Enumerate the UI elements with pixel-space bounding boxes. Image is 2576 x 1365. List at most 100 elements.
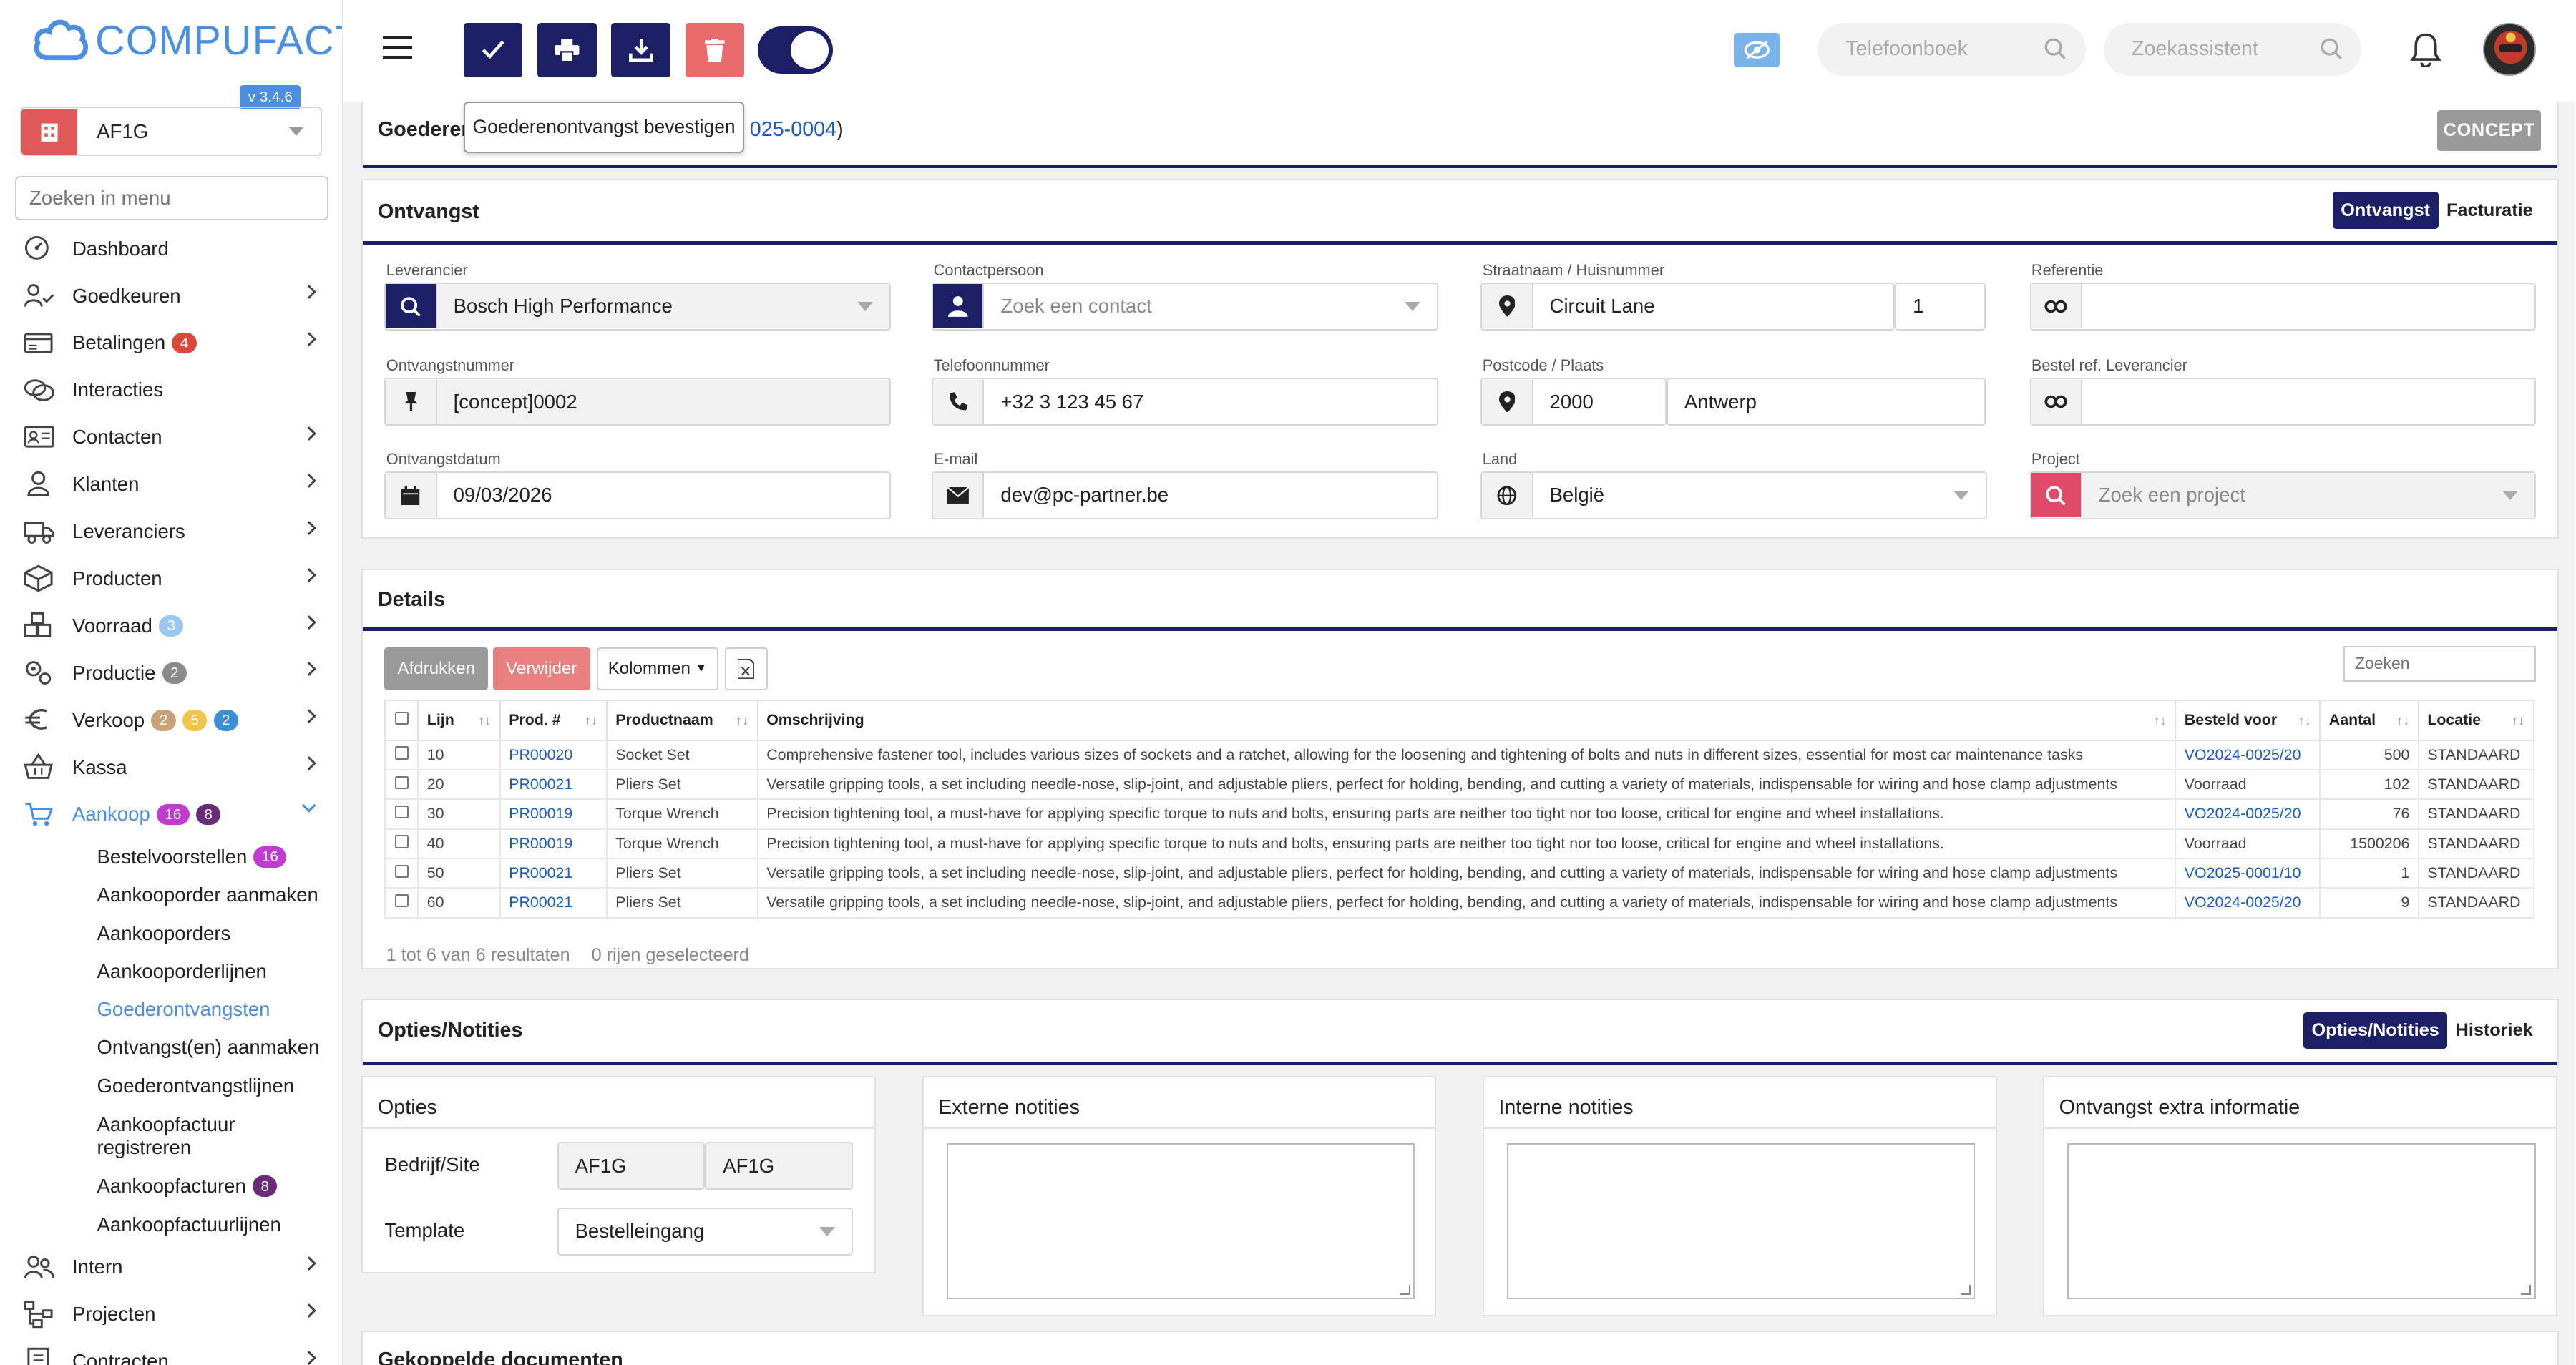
- sidebar-subitem[interactable]: Ontvangst(en) aanmaken: [0, 1029, 342, 1067]
- download-button[interactable]: [611, 23, 671, 77]
- sidebar-subitem[interactable]: Goederontvangsten: [0, 991, 342, 1029]
- print-button[interactable]: [537, 23, 597, 77]
- sidebar-item-voorraad[interactable]: Voorraad 3: [0, 602, 342, 650]
- col-omschrijving[interactable]: Omschrijving ↑↓: [756, 700, 2177, 741]
- land-field[interactable]: België: [1480, 471, 1987, 519]
- sidebar-item-producten[interactable]: Producten: [0, 555, 342, 602]
- row-checkbox[interactable]: [384, 798, 419, 830]
- product-link[interactable]: PR00021: [499, 857, 608, 889]
- sidebar-subitem[interactable]: Aankoopfactuurlijnen: [0, 1205, 342, 1243]
- row-checkbox[interactable]: [384, 768, 419, 801]
- col-prod[interactable]: Prod. # ↑↓: [499, 700, 608, 741]
- sidebar-item-productie[interactable]: Productie 2: [0, 650, 342, 697]
- sidebar-subitem[interactable]: Goederontvangstlijnen: [0, 1067, 342, 1105]
- tab-ontvangst[interactable]: Ontvangst: [2332, 192, 2439, 230]
- order-ref[interactable]: VO2024-0025/20: [2175, 798, 2321, 830]
- sidebar-item-leveranciers[interactable]: Leveranciers: [0, 508, 342, 555]
- bedrijf-field-2[interactable]: AF1G: [705, 1142, 854, 1190]
- sidebar-item-aankoop[interactable]: Aankoop 16 8: [0, 791, 342, 838]
- tab-opties-notities[interactable]: Opties/Notities: [2303, 1012, 2448, 1050]
- date-field[interactable]: 09/03/2026: [384, 471, 891, 519]
- col-besteld[interactable]: Besteld voor ↑↓: [2175, 700, 2321, 741]
- sidebar-item-dashboard[interactable]: Dashboard: [0, 225, 342, 273]
- avatar[interactable]: [2483, 23, 2536, 76]
- print-rows-button[interactable]: Afdrukken: [384, 647, 489, 690]
- export-excel-button[interactable]: [724, 647, 768, 690]
- template-select[interactable]: Bestelleingang: [557, 1208, 854, 1256]
- search-icon[interactable]: [386, 284, 437, 329]
- delete-rows-button[interactable]: Verwijder: [493, 647, 590, 690]
- product-link[interactable]: PR00021: [499, 887, 608, 919]
- city-field[interactable]: Antwerp: [1666, 378, 1986, 426]
- logo[interactable]: COMPUFACT: [33, 13, 342, 69]
- table-row[interactable]: 30 PR00019 Torque Wrench Precision tighteni…: [384, 798, 2534, 830]
- col-locatie[interactable]: Locatie ↑↓: [2417, 700, 2534, 741]
- hamburger-menu-icon[interactable]: [383, 36, 413, 59]
- phone-field[interactable]: +32 3 123 45 67: [932, 378, 1438, 426]
- sidebar-subitem[interactable]: Aankoopfacturen 8: [0, 1168, 342, 1205]
- sidebar-item-intern[interactable]: Intern: [0, 1243, 342, 1291]
- sidebar-item-verkoop[interactable]: Verkoop 2 5 2: [0, 697, 342, 744]
- product-link[interactable]: PR00019: [499, 828, 608, 859]
- sidebar-item-kassa[interactable]: Kassa: [0, 744, 342, 791]
- visibility-toggle-button[interactable]: [1734, 32, 1780, 68]
- contact-field[interactable]: Zoek een contact: [932, 283, 1438, 331]
- table-row[interactable]: 50 PR00021 Pliers Set Versatile gripping to…: [384, 857, 2534, 889]
- sidebar-subitem[interactable]: Aankoopfactuur registreren: [0, 1105, 342, 1167]
- order-ref[interactable]: VO2024-0025/20: [2175, 887, 2321, 919]
- row-checkbox[interactable]: [384, 887, 419, 919]
- phonebook-search[interactable]: Telefoonboek: [1818, 23, 2086, 76]
- sidebar-subitem[interactable]: Aankooporderlijnen: [0, 952, 342, 990]
- table-row[interactable]: 10 PR00020 Socket Set Comprehensive fastene…: [384, 739, 2534, 770]
- search-icon[interactable]: [2031, 473, 2082, 518]
- project-field[interactable]: Zoek een project: [2029, 471, 2536, 519]
- col-lijn[interactable]: Lijn ↑↓: [417, 700, 501, 741]
- house-number-field[interactable]: 1: [1895, 283, 1986, 331]
- interne-notities-textarea[interactable]: [1506, 1143, 1976, 1300]
- page-title-link[interactable]: 025-0004: [750, 118, 836, 141]
- select-all-checkbox[interactable]: [384, 700, 419, 741]
- order-ref[interactable]: VO2025-0001/10: [2175, 857, 2321, 889]
- street-field[interactable]: Circuit Lane: [1480, 283, 1896, 331]
- product-link[interactable]: PR00020: [499, 739, 608, 770]
- postcode-field[interactable]: 2000: [1480, 378, 1667, 426]
- sidebar-item-interacties[interactable]: Interacties: [0, 366, 342, 414]
- tab-historiek[interactable]: Historiek: [2447, 1012, 2541, 1050]
- sidebar-item-contracten[interactable]: Contracten: [0, 1338, 342, 1365]
- product-link[interactable]: PR00021: [499, 768, 608, 801]
- table-row[interactable]: 40 PR00019 Torque Wrench Precision tighteni…: [384, 828, 2534, 859]
- bedrijf-field-1[interactable]: AF1G: [557, 1142, 706, 1190]
- sidebar-subitem[interactable]: Aankooporder aanmaken: [0, 876, 342, 914]
- table-row[interactable]: 20 PR00021 Pliers Set Versatile gripping to…: [384, 768, 2534, 801]
- bestelref-field[interactable]: [2029, 378, 2536, 426]
- sidebar-item-betalingen[interactable]: Betalingen 4: [0, 319, 342, 366]
- extra-info-textarea[interactable]: [2067, 1143, 2536, 1300]
- externe-notities-textarea[interactable]: [946, 1143, 1415, 1300]
- table-row[interactable]: 60 PR00021 Pliers Set Versatile gripping to…: [384, 887, 2534, 919]
- assistant-search[interactable]: Zoekassistent: [2103, 23, 2362, 76]
- row-checkbox[interactable]: [384, 828, 419, 859]
- tab-facturatie[interactable]: Facturatie: [2439, 192, 2542, 229]
- email-field[interactable]: dev@pc-partner.be: [932, 471, 1438, 519]
- col-aantal[interactable]: Aantal ↑↓: [2319, 700, 2419, 741]
- row-checkbox[interactable]: [384, 739, 419, 770]
- sidebar-item-goedkeuren[interactable]: Goedkeuren: [0, 273, 342, 320]
- product-link[interactable]: PR00019: [499, 798, 608, 830]
- sidebar-item-projecten[interactable]: Projecten: [0, 1291, 342, 1338]
- leverancier-field[interactable]: Bosch High Performance: [384, 283, 891, 331]
- bell-icon[interactable]: [2409, 31, 2442, 68]
- order-ref[interactable]: VO2024-0025/20: [2175, 739, 2321, 770]
- table-search-input[interactable]: [2343, 645, 2536, 682]
- row-checkbox[interactable]: [384, 857, 419, 889]
- sidebar-subitem[interactable]: Aankooporders: [0, 914, 342, 952]
- sidebar-item-klanten[interactable]: Klanten: [0, 461, 342, 508]
- ref-field[interactable]: [2029, 283, 2536, 331]
- mode-toggle[interactable]: [757, 26, 834, 74]
- sidebar-item-contacten[interactable]: Contacten: [0, 414, 342, 461]
- confirm-button[interactable]: [463, 23, 523, 77]
- nr-field[interactable]: [concept]0002: [384, 378, 891, 426]
- col-productnaam[interactable]: Productnaam ↑↓: [605, 700, 758, 741]
- sidebar-subitem[interactable]: Bestelvoorstellen 16: [0, 838, 342, 876]
- delete-button[interactable]: [685, 23, 745, 77]
- menu-search-input[interactable]: [14, 175, 329, 220]
